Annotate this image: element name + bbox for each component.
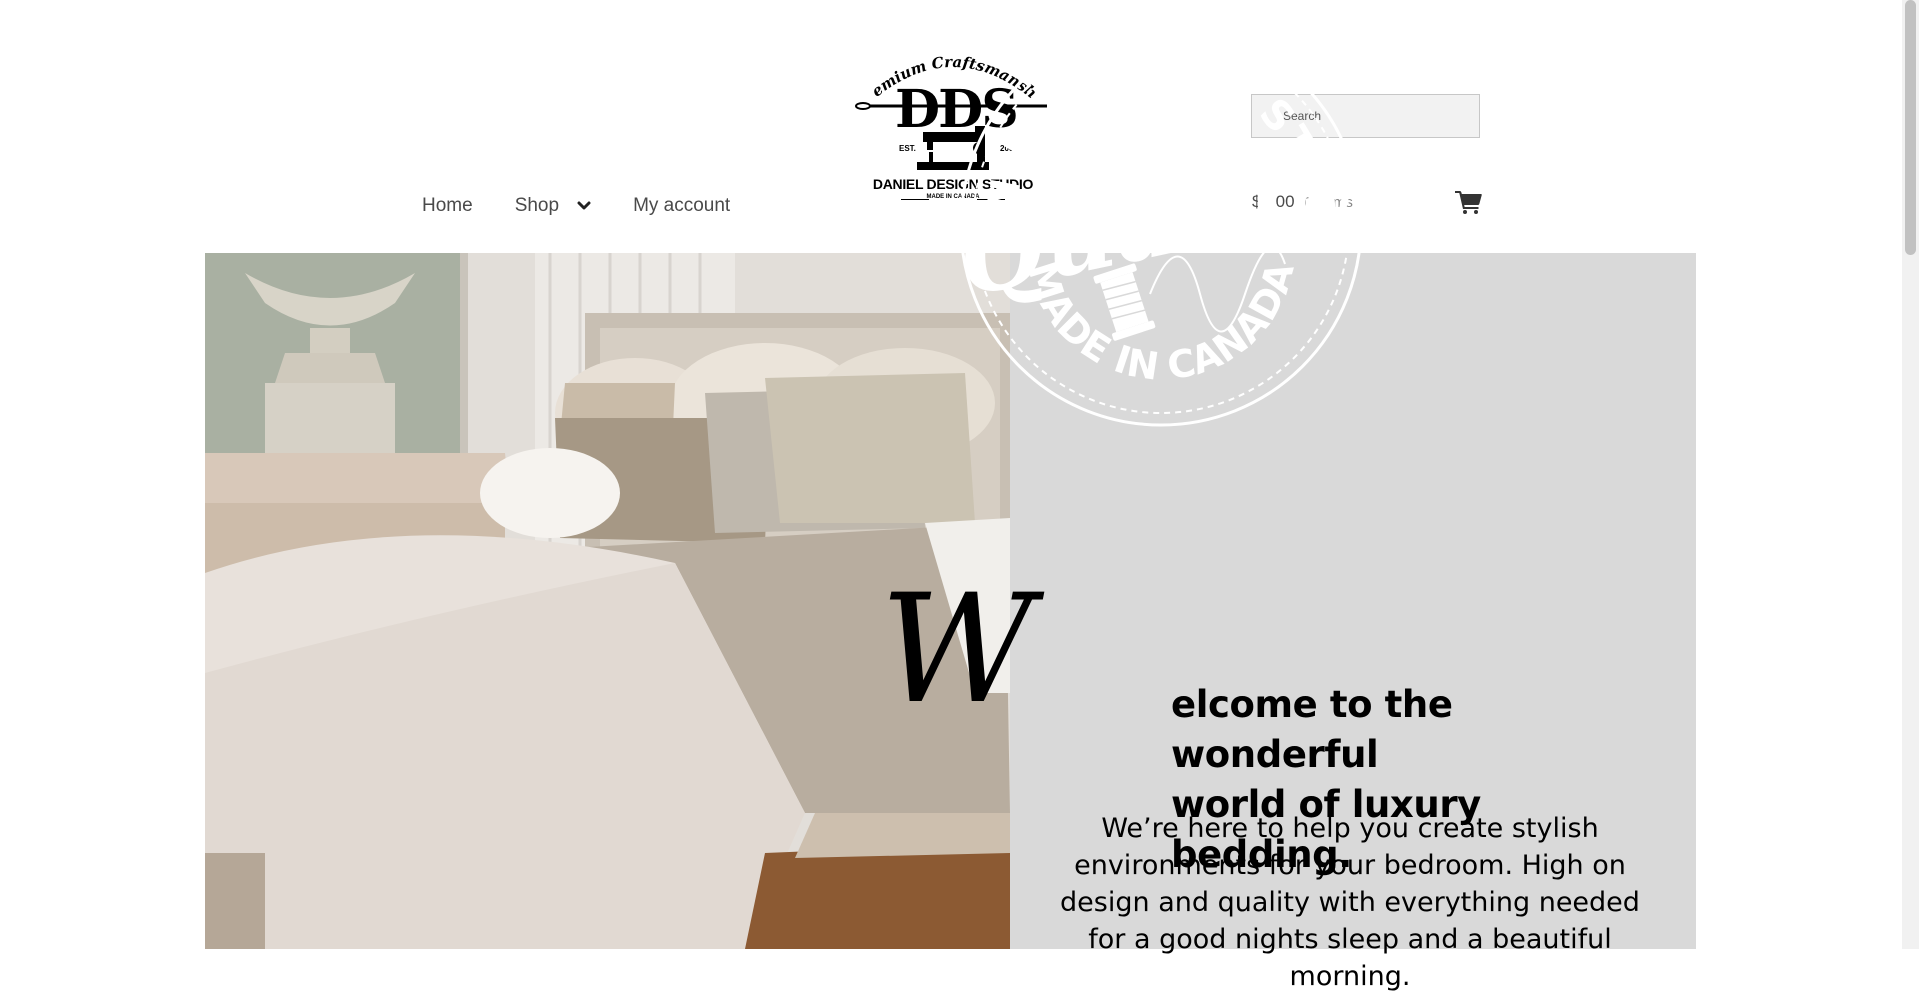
nav-item-home[interactable]: Home	[422, 195, 473, 217]
logo-est: EST.	[899, 144, 916, 153]
quality-badge-logo: DANIEL DESIGN STUDIO Quality MADE IN CAN…	[955, 19, 1366, 427]
nav-item-label: Shop	[514, 195, 560, 216]
page: Premium Craftsmanship DDS EST. 2002 DANI…	[0, 0, 1902, 992]
headline-initial: W	[880, 563, 1035, 737]
primary-nav: Home Shop My account	[422, 193, 730, 219]
headline-line: elcome to the wonderful	[1171, 683, 1453, 776]
welcome-lead-text: We’re here to help you create stylish en…	[1060, 813, 1640, 992]
nav-item-label: Home	[422, 195, 473, 216]
chevron-down-icon[interactable]	[577, 199, 591, 213]
vertical-scrollbar[interactable]	[1902, 0, 1919, 949]
nav-item-my-account[interactable]: My account	[633, 195, 730, 217]
shopping-cart-icon[interactable]	[1455, 190, 1482, 214]
scrollbar-thumb[interactable]	[1905, 0, 1916, 255]
nav-item-shop[interactable]: Shop	[515, 195, 591, 217]
nav-item-label: My account	[633, 195, 731, 216]
